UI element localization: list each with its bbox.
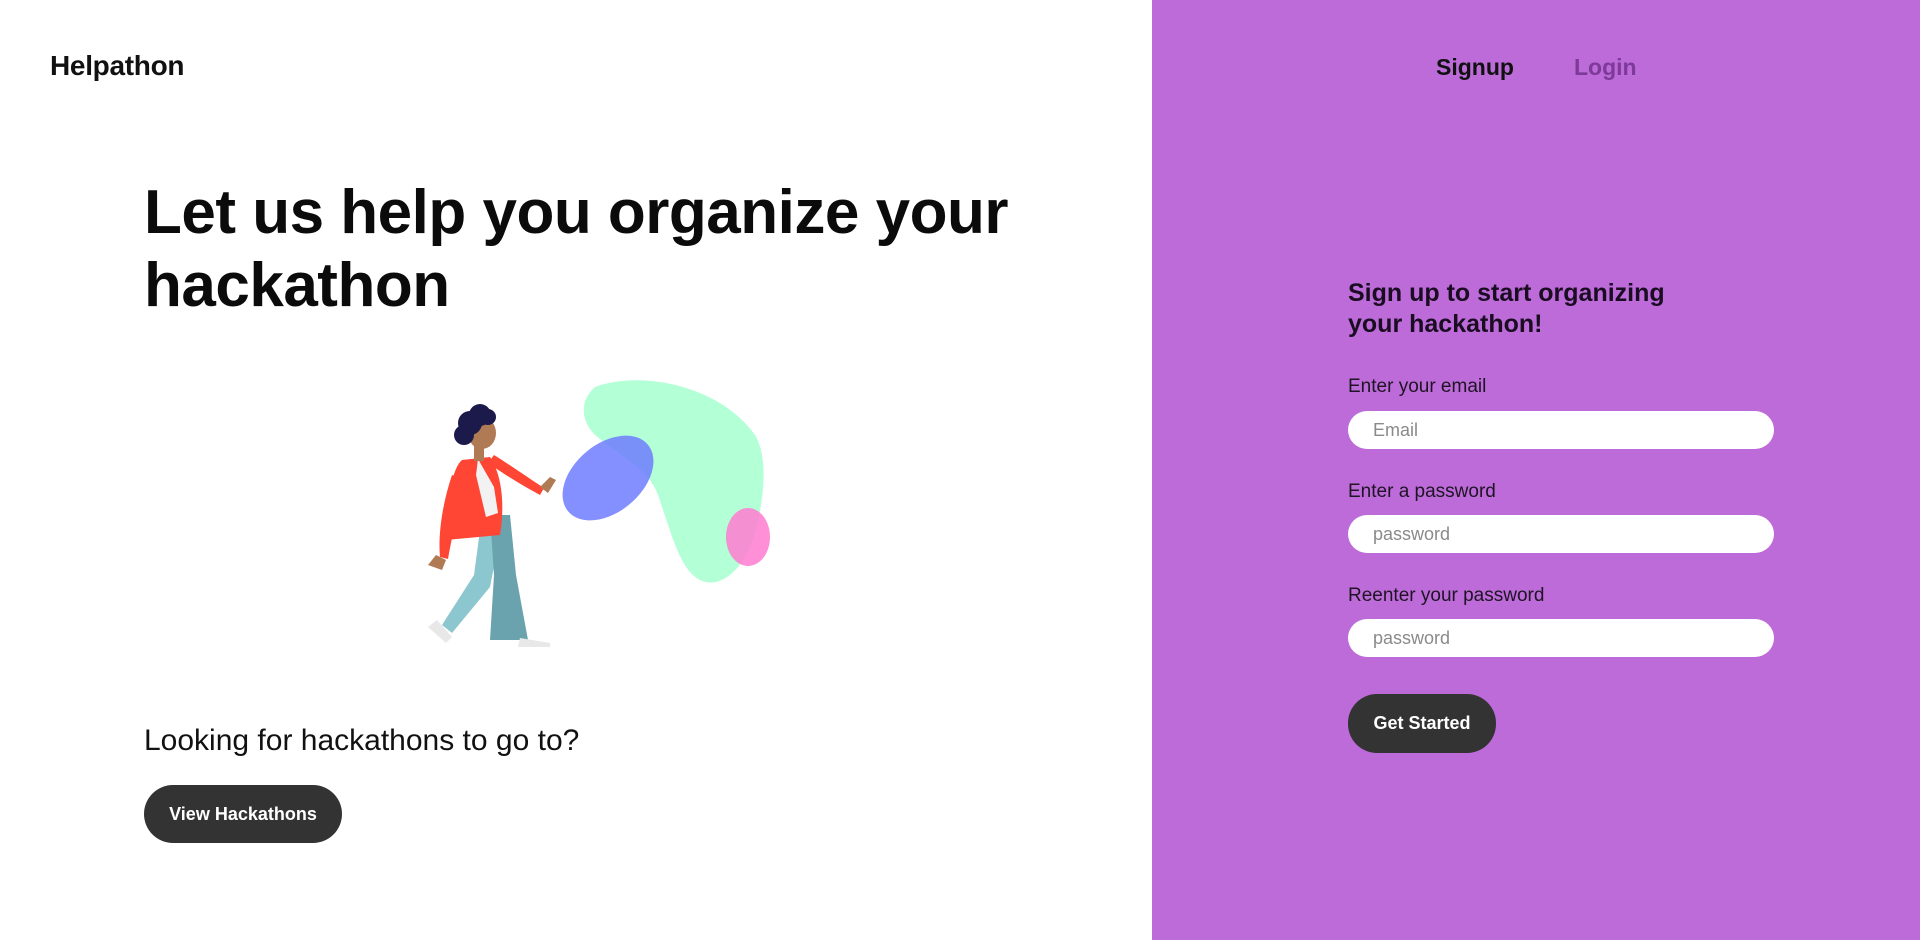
- get-started-button[interactable]: Get Started: [1348, 694, 1496, 753]
- nav-signup-link[interactable]: Signup: [1436, 54, 1514, 81]
- email-input[interactable]: [1348, 411, 1774, 449]
- view-hackathons-button[interactable]: View Hackathons: [144, 785, 342, 843]
- signup-form-heading: Sign up to start organizing your hackath…: [1348, 279, 1665, 338]
- person-walking-with-shapes-illustration: [428, 380, 770, 647]
- password-input[interactable]: [1348, 515, 1774, 553]
- password-label: Enter a password: [1348, 481, 1496, 502]
- person-figure: [428, 404, 556, 647]
- brand-logo[interactable]: Helpathon: [50, 50, 184, 82]
- nav-login-link[interactable]: Login: [1574, 54, 1637, 81]
- hero-title: Let us help you organize your hackathon: [144, 178, 1008, 320]
- right-panel: [1152, 0, 1920, 940]
- reenter-password-label: Reenter your password: [1348, 585, 1545, 606]
- email-label: Enter your email: [1348, 376, 1487, 397]
- left-panel: Helpathon Let us help you organize your …: [0, 0, 1152, 940]
- reenter-password-input[interactable]: [1348, 619, 1774, 657]
- looking-text: Looking for hackathons to go to?: [144, 724, 580, 757]
- hero-illustration: [390, 375, 790, 665]
